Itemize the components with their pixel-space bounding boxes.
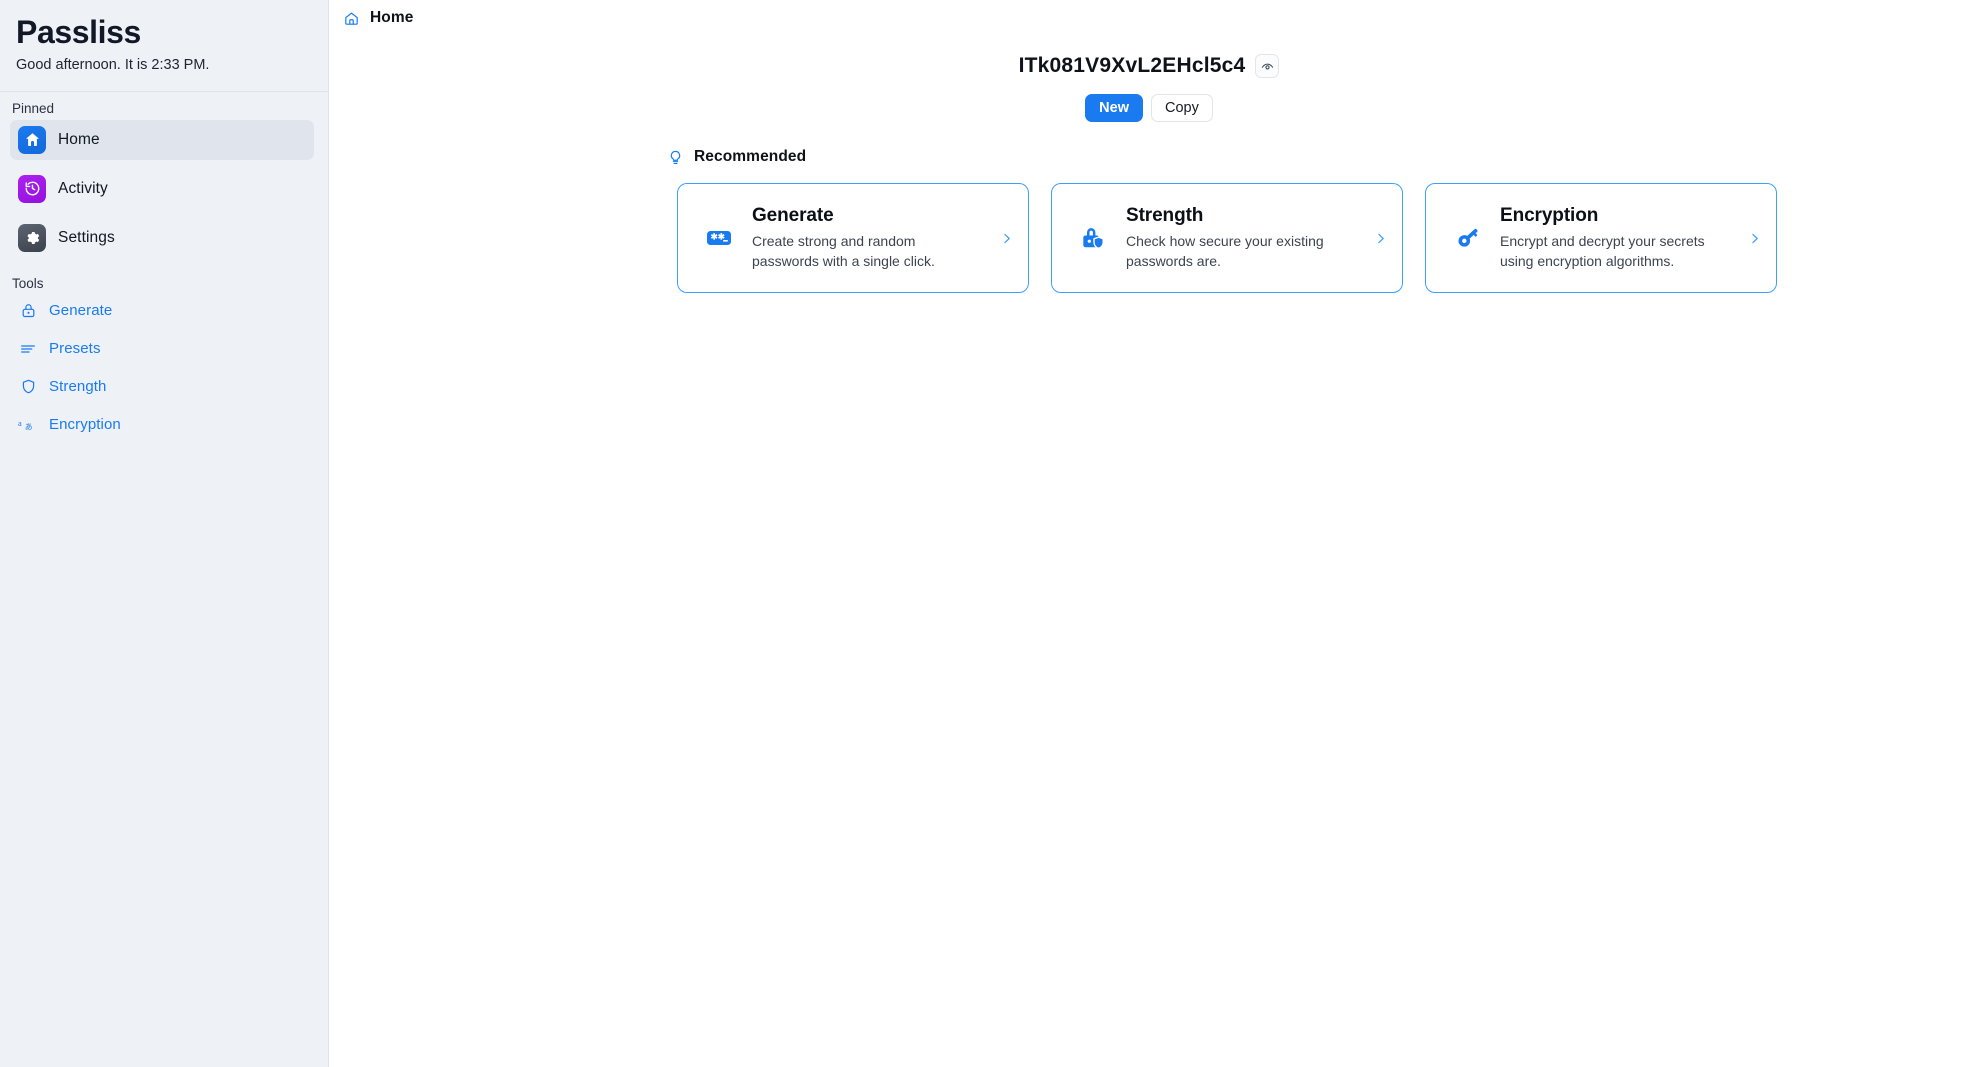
gear-icon — [18, 223, 46, 252]
sidebar-item-settings[interactable]: Settings — [10, 218, 314, 258]
tools-nav-list: Generate Presets Strength a あ Encryption — [0, 295, 328, 441]
copy-button[interactable]: Copy — [1150, 94, 1213, 122]
app-title: Passliss — [16, 14, 141, 50]
main-content: Home ITk081V9XvL2EHcl5c4 New Copy Recomm… — [329, 0, 1969, 1067]
sidebar-item-home[interactable]: Home — [10, 119, 314, 160]
eye-icon[interactable] — [1255, 54, 1280, 78]
card-description: Create strong and random passwords with … — [752, 232, 935, 269]
card-encryption[interactable]: Encryption Encrypt and decrypt your secr… — [1425, 183, 1777, 293]
sidebar-item-label: Settings — [58, 228, 115, 246]
new-button[interactable]: New — [1085, 94, 1143, 122]
sidebar-item-label: Home — [58, 130, 100, 148]
home-icon — [18, 125, 46, 154]
recommended-header: Recommended — [329, 148, 1969, 166]
translate-icon: a あ — [18, 415, 38, 435]
sidebar-item-label: Activity — [58, 179, 108, 197]
card-description: Encrypt and decrypt your secrets using e… — [1500, 232, 1705, 269]
card-title: Generate — [752, 204, 834, 226]
sidebar-item-label: Presets — [49, 340, 101, 358]
chevron-right-icon — [1747, 231, 1763, 246]
card-generate[interactable]: ✱✱ Generate Create strong and random pas… — [677, 183, 1029, 293]
pinned-section-label: Pinned — [12, 100, 55, 116]
breadcrumb-label: Home — [370, 9, 414, 26]
list-icon — [18, 339, 38, 359]
card-body: Generate Create strong and random passwo… — [752, 205, 981, 271]
password-field-icon: ✱✱ — [704, 221, 734, 255]
tools-section-label: Tools — [12, 275, 44, 291]
generated-password-row: ITk081V9XvL2EHcl5c4 — [329, 54, 1969, 78]
sidebar-item-strength[interactable]: Strength — [10, 371, 314, 403]
sidebar-item-activity[interactable]: Activity — [10, 169, 314, 209]
card-body: Encryption Encrypt and decrypt your secr… — [1500, 205, 1729, 271]
breadcrumb: Home — [329, 0, 1969, 27]
password-actions: New Copy — [329, 94, 1969, 122]
sidebar-item-encryption[interactable]: a あ Encryption — [10, 409, 314, 441]
app-root: Passliss Good afternoon. It is 2:33 PM. … — [0, 0, 1969, 1067]
recommended-label: Recommended — [694, 148, 807, 165]
sidebar-item-label: Generate — [49, 302, 113, 320]
card-strength[interactable]: Strength Check how secure your existing … — [1051, 183, 1403, 293]
history-icon — [18, 174, 46, 203]
pinned-nav-list: Home Activity Settings — [0, 119, 328, 258]
card-body: Strength Check how secure your existing … — [1126, 205, 1355, 271]
chevron-right-icon — [999, 231, 1015, 246]
lock-icon — [18, 301, 38, 321]
card-title: Strength — [1126, 204, 1204, 226]
svg-text:あ: あ — [25, 422, 33, 431]
shield-icon — [18, 377, 38, 397]
card-description: Check how secure your existing passwords… — [1126, 232, 1324, 269]
card-title: Encryption — [1500, 204, 1599, 226]
sidebar-item-label: Strength — [49, 378, 107, 396]
sidebar-item-generate[interactable]: Generate — [10, 295, 314, 327]
brand-block: Passliss Good afternoon. It is 2:33 PM. — [0, 0, 328, 85]
greeting-text: Good afternoon. It is 2:33 PM. — [16, 56, 210, 73]
home-outline-icon — [343, 10, 360, 27]
lightbulb-icon — [667, 149, 684, 166]
lock-shield-icon — [1078, 221, 1108, 255]
sidebar-item-label: Encryption — [49, 416, 121, 434]
chevron-right-icon — [1373, 231, 1389, 246]
sidebar: Passliss Good afternoon. It is 2:33 PM. … — [0, 0, 329, 1067]
generated-password-value: ITk081V9XvL2EHcl5c4 — [1018, 54, 1246, 77]
key-icon — [1452, 221, 1482, 255]
sidebar-item-presets[interactable]: Presets — [10, 333, 314, 365]
recommended-cards: ✱✱ Generate Create strong and random pas… — [329, 183, 1969, 293]
svg-text:a: a — [18, 417, 22, 427]
